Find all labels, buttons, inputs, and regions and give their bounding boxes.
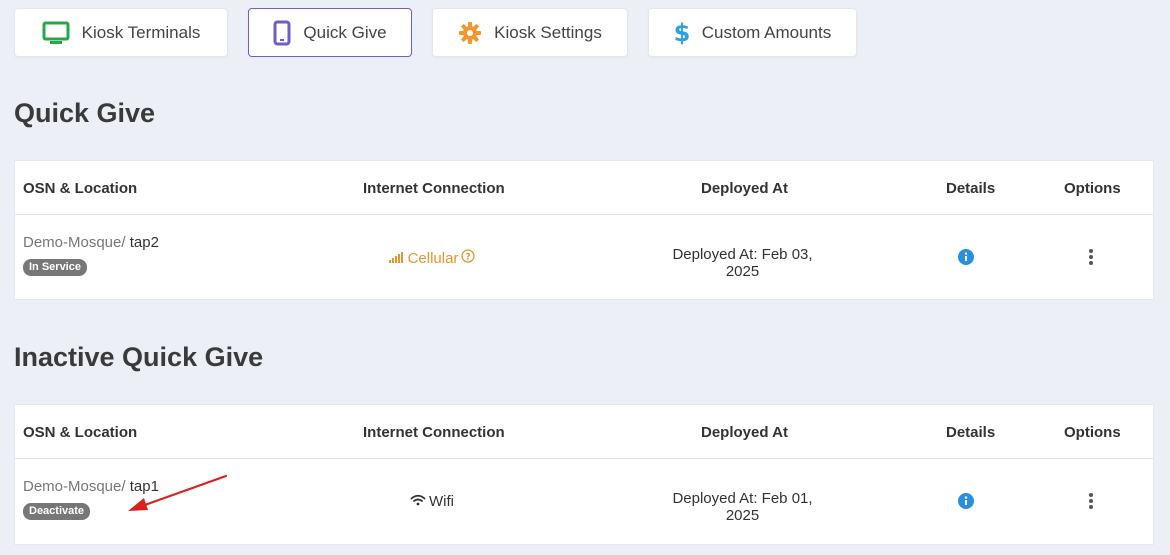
location-name: tap2: [129, 234, 159, 251]
tab-label: Custom Amounts: [701, 22, 832, 42]
column-header: OSN & Location: [23, 180, 138, 197]
status-badge: In Service: [23, 259, 87, 276]
svg-text:$: $: [674, 20, 690, 46]
connection-label: Cellular: [407, 249, 459, 267]
annotation-arrow: [128, 474, 228, 511]
connection-wifi: Wifi: [363, 493, 501, 510]
gear-icon: [458, 21, 482, 45]
column-header: Options: [1064, 424, 1121, 441]
column-header: Details: [946, 424, 996, 441]
deployed-at: Deployed At: Feb 03, 2025: [672, 246, 813, 280]
quick-give-table: OSN & Location Internet Connection Deplo…: [14, 160, 1154, 300]
column-header: Internet Connection: [363, 424, 505, 441]
connection-label: Wifi: [429, 493, 454, 510]
monitor-icon: [42, 21, 70, 45]
org-name: Demo-Mosque/: [23, 234, 126, 251]
signal-bars-icon: [388, 250, 405, 267]
tab-custom-amounts[interactable]: $ Custom Amounts: [648, 8, 857, 57]
table-row: Demo-Mosque/ tap2 In Service Cellular ? …: [15, 216, 1153, 301]
column-header: OSN & Location: [23, 424, 138, 441]
dollar-icon: $: [674, 20, 690, 46]
svg-text:?: ?: [466, 253, 471, 263]
status-badge: Deactivate: [23, 503, 91, 520]
column-header: Deployed At: [701, 180, 788, 197]
column-header: Options: [1064, 180, 1121, 197]
column-header: Details: [946, 180, 996, 197]
tablet-icon: [273, 20, 291, 46]
info-icon[interactable]: [958, 249, 974, 265]
tab-label: Kiosk Terminals: [81, 22, 201, 42]
org-name: Demo-Mosque/: [23, 478, 126, 495]
tab-quick-give[interactable]: Quick Give: [248, 8, 412, 57]
column-header: Internet Connection: [363, 180, 505, 197]
section-title-quick-give: Quick Give: [14, 98, 156, 128]
column-header: Deployed At: [701, 424, 788, 441]
table-header: OSN & Location Internet Connection Deplo…: [15, 161, 1153, 215]
more-options-icon[interactable]: [1085, 248, 1097, 266]
connection-cellular: Cellular ?: [363, 249, 501, 267]
tab-label: Kiosk Settings: [494, 22, 602, 42]
info-icon[interactable]: [958, 493, 974, 509]
tab-kiosk-terminals[interactable]: Kiosk Terminals: [14, 8, 228, 57]
table-header: OSN & Location Internet Connection Deplo…: [15, 405, 1153, 459]
more-options-icon[interactable]: [1085, 492, 1097, 510]
wifi-icon: [410, 493, 426, 510]
help-circle-icon[interactable]: ?: [461, 249, 476, 267]
osn-location: Demo-Mosque/ tap2: [23, 234, 159, 251]
section-title-inactive-quick-give: Inactive Quick Give: [14, 342, 264, 372]
tab-kiosk-settings[interactable]: Kiosk Settings: [432, 8, 628, 57]
tab-label: Quick Give: [303, 22, 387, 42]
deployed-at: Deployed At: Feb 01, 2025: [672, 490, 813, 524]
